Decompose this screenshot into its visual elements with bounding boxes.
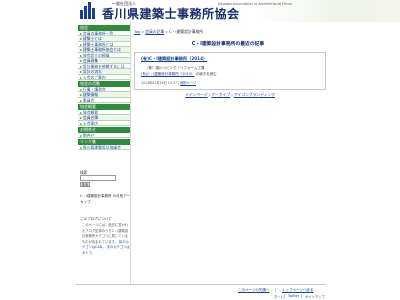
entry-continue: (有)C・I建築設計事務所（2014） の続きを読む bbox=[141, 72, 217, 77]
entry-continue-text: の続きを読む bbox=[195, 72, 217, 76]
bullet-icon: ▸ bbox=[80, 115, 82, 120]
nav-item-contact[interactable]: ▸問合せ bbox=[78, 132, 130, 138]
site-header: 一般社団法人 香川県建築士事務所協会 Kagawa Association of… bbox=[76, 0, 400, 22]
footer-divider bbox=[76, 284, 326, 285]
link-main-page[interactable]: メインページ bbox=[185, 92, 208, 97]
footer-sitemap-link[interactable]: サイトマップ bbox=[305, 294, 325, 299]
breadcrumb-home[interactable]: Top bbox=[134, 29, 140, 34]
nav-item-committee[interactable]: ▸委員会 bbox=[78, 97, 130, 103]
footer-separator: | bbox=[275, 288, 277, 292]
footer-separator: | bbox=[284, 294, 286, 298]
search-button[interactable]: 検索 bbox=[80, 182, 90, 187]
site-subtitle: Kagawa Association of Architectural Firm… bbox=[218, 2, 292, 6]
search-input[interactable] bbox=[80, 175, 116, 181]
bullet-icon: ▸ bbox=[80, 41, 82, 47]
nav-item-council[interactable]: ▸香川県建築設計協議会 bbox=[78, 144, 130, 150]
breadcrumb-current: C・I建築設計事務所 bbox=[168, 29, 204, 34]
nav-item-join-guide[interactable]: ▸入会案内 bbox=[78, 120, 130, 126]
bullet-icon: ▸ bbox=[80, 52, 82, 58]
breadcrumb-separator: » bbox=[165, 29, 168, 34]
top-page-link[interactable]: トップページへ戻る bbox=[282, 288, 313, 293]
logo-icon[interactable] bbox=[80, 1, 98, 19]
bullet-icon: ▸ bbox=[80, 63, 82, 69]
entry-permalink[interactable]: 個別ページ bbox=[180, 81, 196, 85]
blog-description-title: このブログについて bbox=[80, 217, 112, 221]
entry-excerpt: （株）香川リビング「リフォーム工場 bbox=[145, 66, 205, 70]
link-separator: | bbox=[208, 92, 211, 97]
bullet-icon: ▸ bbox=[80, 132, 82, 138]
sidebar-nav: 協会 ▸会員の事務所一覧 ▸建築士とは ▸建築士事務所とは ▸建築士事務所協会と… bbox=[78, 24, 130, 150]
page-title: C・I建築設計事務所の最近の記事 bbox=[191, 42, 265, 47]
blog-description: このページには、過去に書かれたブログ記事のうちC・I建築設計事務所カテゴリに属し… bbox=[82, 223, 130, 256]
entry-continue-link[interactable]: (有)C・I建築設計事務所（2014） bbox=[141, 72, 195, 76]
bullet-icon: ▸ bbox=[80, 47, 82, 52]
entry-card: (有)C・I建築設計事務所（2014） （株）香川リビング「リフォーム工場 (有… bbox=[134, 52, 326, 90]
bullet-icon: ▸ bbox=[80, 92, 82, 97]
footer-separator: | bbox=[301, 294, 303, 298]
entry-date: 2014年02月26日 15:37 bbox=[141, 81, 177, 85]
bullet-icon: ▸ bbox=[80, 36, 82, 41]
footer-home-link[interactable]: ホーム bbox=[274, 294, 284, 299]
breadcrumb-separator: » bbox=[141, 29, 144, 34]
page-top-link[interactable]: このページの先頭へ bbox=[238, 288, 269, 293]
bullet-icon: ▸ bbox=[80, 86, 82, 92]
main-nav-links: メインページ | アーカイブ | アイコンブランディング bbox=[134, 92, 326, 98]
footer-twitter-link[interactable]: Twitter bbox=[288, 294, 299, 298]
breadcrumb-members[interactable]: 会員の記事 bbox=[145, 29, 164, 34]
nav-item-join[interactable]: ▸入会のご案内 bbox=[78, 74, 130, 80]
link-separator: | bbox=[231, 92, 233, 97]
bullet-icon: ▸ bbox=[80, 109, 82, 115]
link-branding[interactable]: アイコンブランディング bbox=[234, 92, 275, 97]
breadcrumb: Top » 会員の記事 » C・I建築設計事務所 bbox=[134, 29, 203, 35]
bullet-icon: ▸ bbox=[80, 74, 82, 80]
entry-title-link[interactable]: (有)C・I建築設計事務所（2014） bbox=[141, 56, 207, 62]
bullet-icon: ▸ bbox=[80, 69, 82, 74]
bullet-icon: ▸ bbox=[80, 30, 82, 36]
category-archive-link[interactable]: C・I建築設計事務所 の月別アーカイブ bbox=[80, 194, 130, 205]
bullet-icon: ▸ bbox=[80, 58, 82, 63]
bullet-icon: ▸ bbox=[80, 144, 82, 150]
link-archive[interactable]: アーカイブ bbox=[211, 92, 230, 97]
bullet-icon: ▸ bbox=[80, 120, 82, 126]
entry-meta: 2014年02月26日 15:37 | 個別ページ bbox=[141, 81, 196, 85]
bullet-icon: ▸ bbox=[80, 97, 82, 103]
sidebar-divider bbox=[130, 22, 131, 284]
site-title[interactable]: 香川県建築士事務所協会 bbox=[102, 5, 240, 22]
